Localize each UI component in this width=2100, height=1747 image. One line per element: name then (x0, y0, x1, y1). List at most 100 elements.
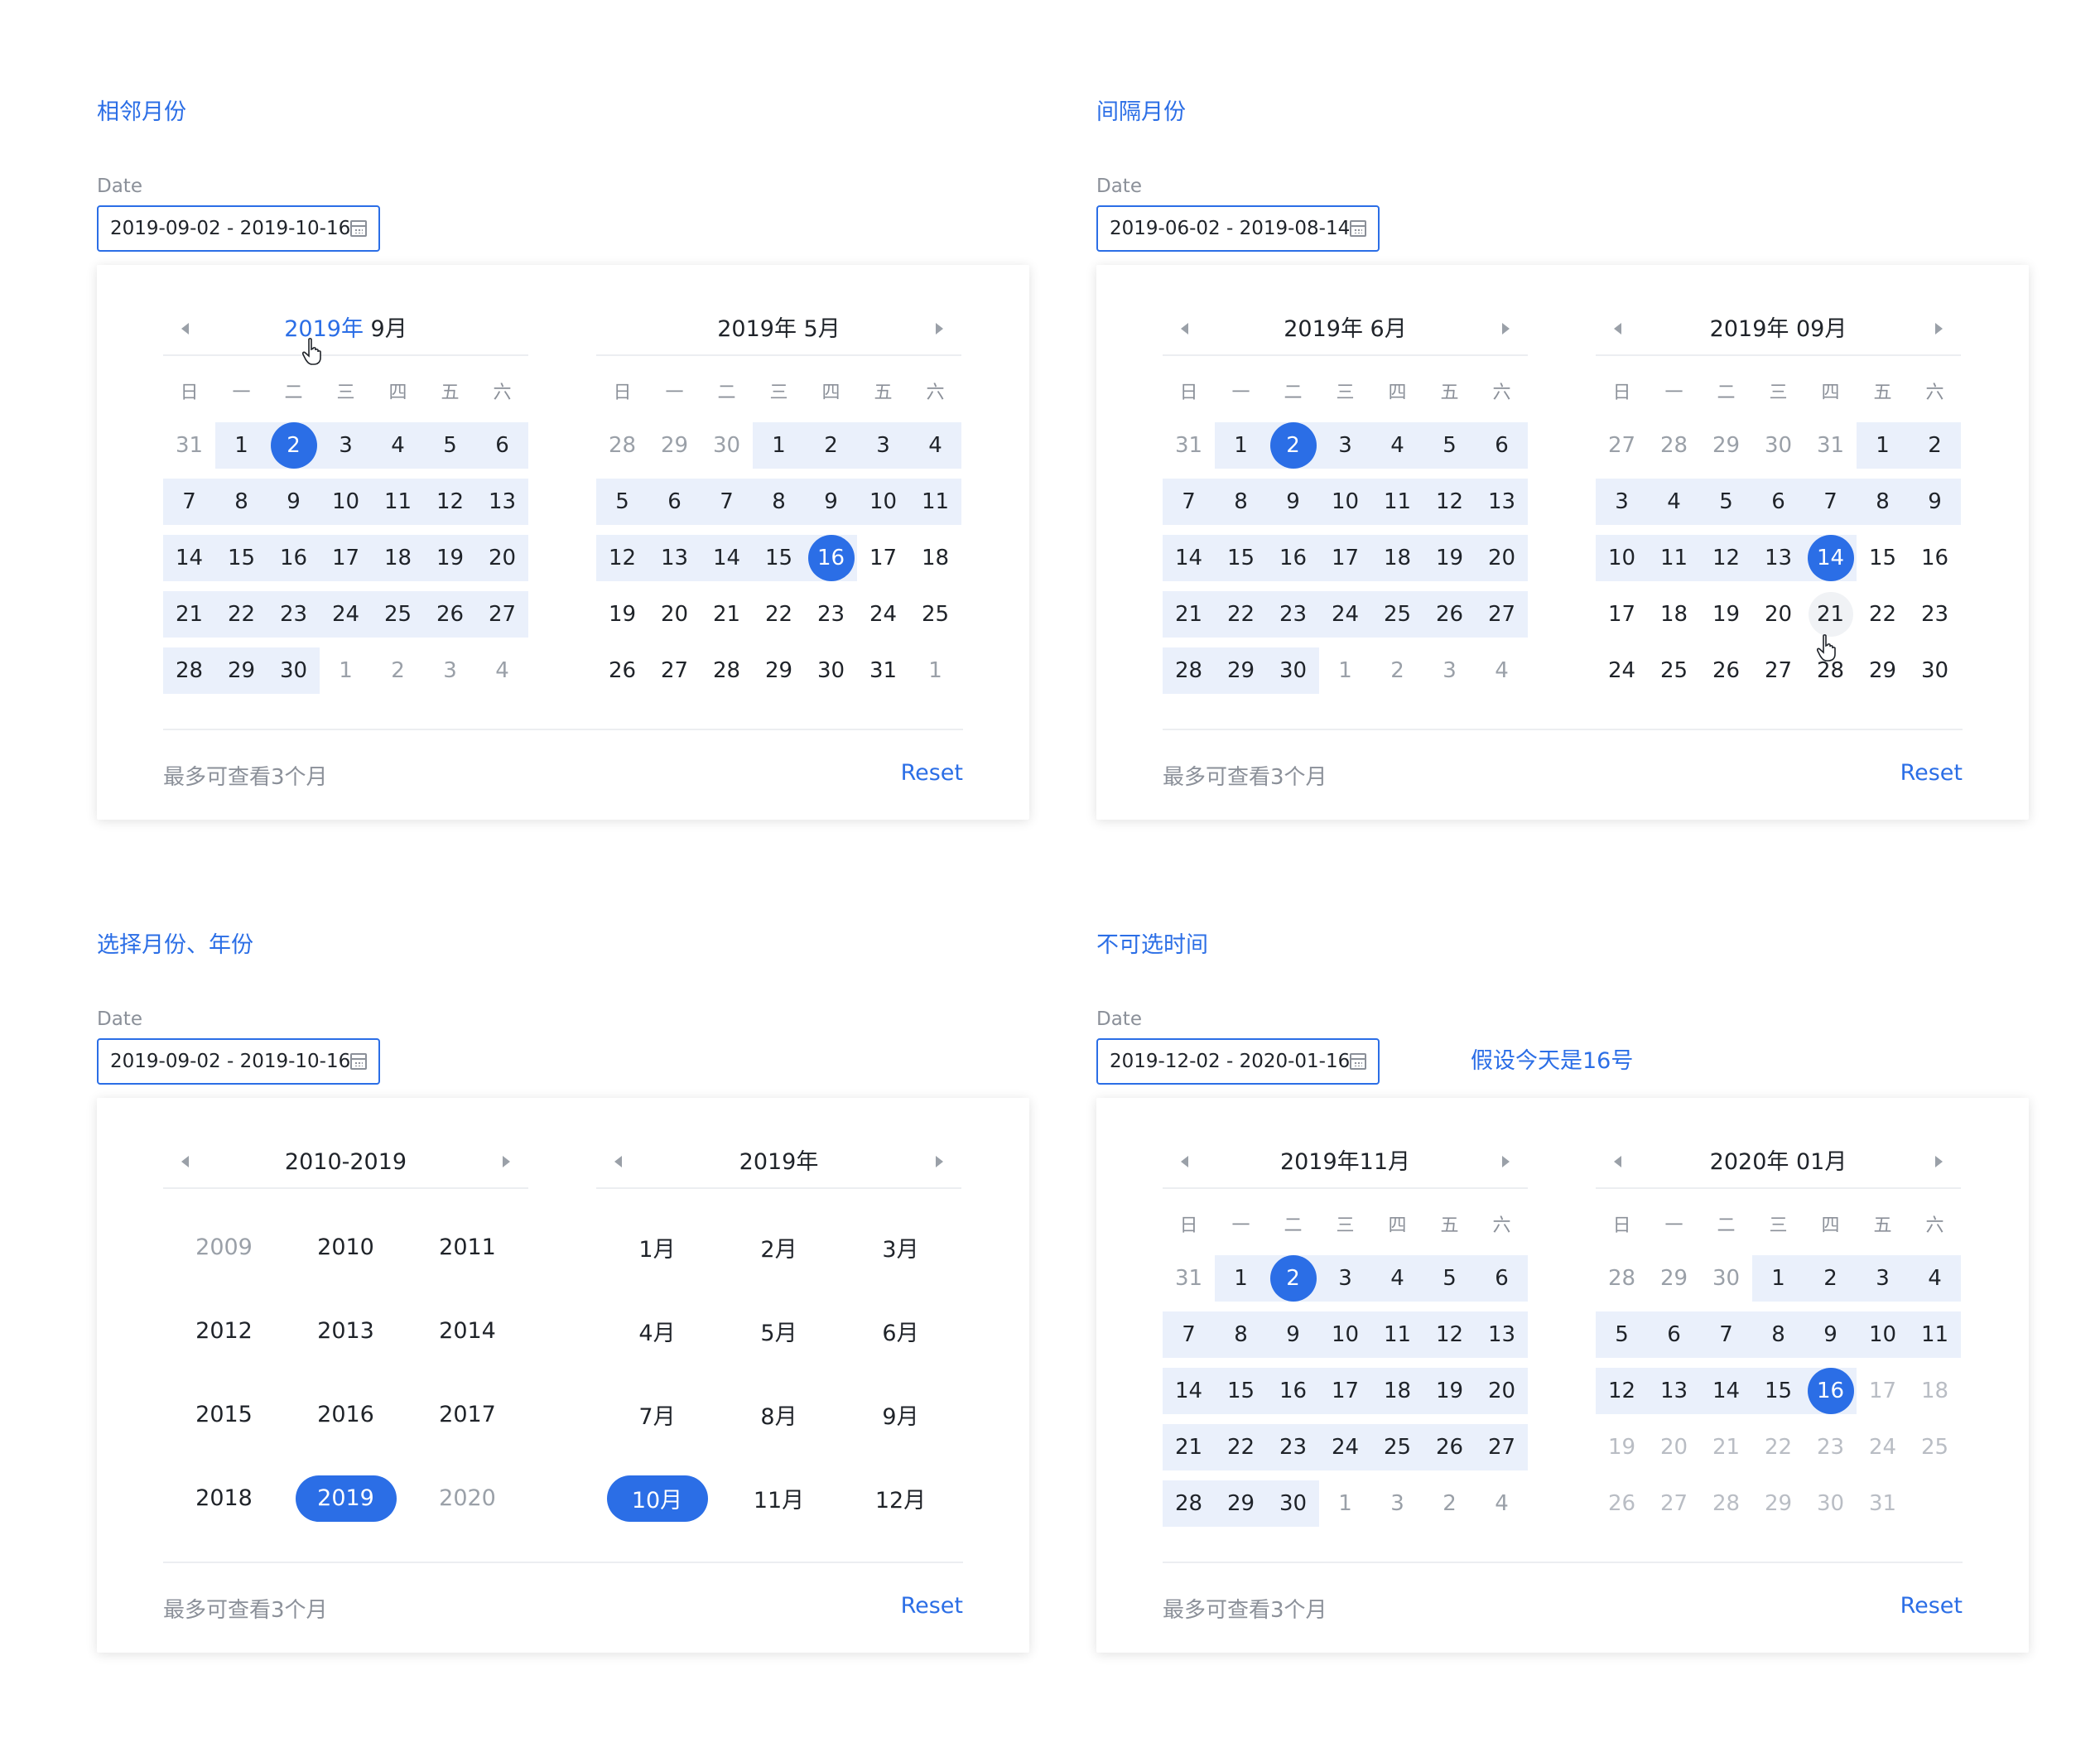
day-cell[interactable]: 9 (1267, 1311, 1319, 1358)
picker-cell[interactable]: 2017 (407, 1373, 528, 1456)
day-cell[interactable]: 26 (1423, 1424, 1476, 1470)
day-cell[interactable]: 29 (648, 422, 701, 469)
picker-cell[interactable]: 1月 (596, 1206, 718, 1289)
day-cell[interactable]: 30 (267, 647, 320, 694)
day-cell[interactable]: 19 (1423, 535, 1476, 581)
day-cell[interactable]: 19 (596, 591, 648, 638)
day-cell[interactable]: 14 (1163, 1368, 1215, 1414)
day-cell[interactable]: 14 (1700, 1368, 1752, 1414)
day-cell[interactable]: 15 (1215, 1368, 1267, 1414)
day-cell[interactable]: 6 (1476, 422, 1528, 469)
day-cell[interactable]: 11 (1909, 1311, 1961, 1358)
day-cell[interactable]: 2 (1804, 1255, 1857, 1302)
day-cell[interactable]: 29 (1648, 1255, 1700, 1302)
day-cell[interactable]: 30 (1700, 1255, 1752, 1302)
day-cell[interactable]: 18 (372, 535, 424, 581)
picker-cell[interactable]: 2016 (285, 1373, 407, 1456)
day-cell[interactable]: 4 (1371, 1255, 1423, 1302)
day-cell[interactable]: 4 (1371, 422, 1423, 469)
day-cell[interactable]: 27 (476, 591, 528, 638)
day-cell[interactable]: 5 (1700, 479, 1752, 525)
picker-cell[interactable]: 2014 (407, 1289, 528, 1373)
day-cell[interactable]: 3 (1319, 422, 1371, 469)
next-year-arrow-icon[interactable] (936, 1156, 943, 1167)
day-cell[interactable]: 13 (1476, 479, 1528, 525)
picker-cell[interactable]: 8月 (718, 1373, 840, 1456)
picker-cell-selected[interactable]: 10月 (596, 1456, 718, 1540)
day-cell[interactable]: 12 (596, 535, 648, 581)
day-cell[interactable]: 28 (1163, 647, 1215, 694)
day-cell[interactable]: 27 (1476, 591, 1528, 638)
day-cell[interactable]: 12 (1423, 479, 1476, 525)
day-cell[interactable]: 19 (1423, 1368, 1476, 1414)
day-cell-selected[interactable]: 2 (267, 422, 320, 469)
day-cell[interactable]: 18 (1371, 1368, 1423, 1414)
day-cell[interactable]: 5 (596, 479, 648, 525)
pane-title[interactable]: 2020年 01月 (1596, 1148, 1961, 1177)
pane-title[interactable]: 2019年11月 (1163, 1148, 1528, 1177)
day-cell[interactable]: 2 (805, 422, 857, 469)
next-month-arrow-icon[interactable] (936, 323, 943, 334)
picker-cell[interactable]: 2015 (163, 1373, 285, 1456)
day-cell[interactable]: 1 (1752, 1255, 1804, 1302)
day-cell[interactable]: 14 (163, 535, 215, 581)
picker-cell[interactable]: 9月 (840, 1373, 961, 1456)
day-cell[interactable]: 10 (1319, 1311, 1371, 1358)
next-decade-arrow-icon[interactable] (503, 1156, 510, 1167)
day-cell[interactable]: 21 (1163, 1424, 1215, 1470)
day-cell[interactable]: 16 (1267, 535, 1319, 581)
day-cell[interactable]: 31 (857, 647, 909, 694)
day-cell[interactable]: 12 (424, 479, 476, 525)
day-cell[interactable]: 25 (909, 591, 961, 638)
day-cell[interactable]: 9 (805, 479, 857, 525)
day-cell[interactable]: 4 (1476, 647, 1528, 694)
day-cell[interactable]: 1 (1319, 647, 1371, 694)
day-cell[interactable]: 26 (596, 647, 648, 694)
pane-title[interactable]: 2019年 6月 (1163, 315, 1528, 344)
day-cell[interactable]: 25 (372, 591, 424, 638)
day-cell[interactable]: 11 (372, 479, 424, 525)
day-cell[interactable]: 30 (805, 647, 857, 694)
day-cell[interactable]: 15 (1857, 535, 1909, 581)
reset-button[interactable]: Reset (1900, 760, 1963, 786)
day-cell[interactable]: 29 (1857, 647, 1909, 694)
day-cell[interactable]: 2 (1371, 647, 1423, 694)
day-cell[interactable]: 15 (215, 535, 267, 581)
day-cell[interactable]: 3 (1596, 479, 1648, 525)
reset-button[interactable]: Reset (901, 1593, 963, 1619)
day-cell[interactable]: 23 (267, 591, 320, 638)
day-cell[interactable]: 4 (476, 647, 528, 694)
picker-cell[interactable]: 7月 (596, 1373, 718, 1456)
pane-title[interactable]: 2019年 (596, 1148, 961, 1177)
day-cell[interactable]: 28 (701, 647, 753, 694)
calendar-icon[interactable] (1350, 220, 1366, 237)
day-cell[interactable]: 1 (1319, 1480, 1371, 1527)
day-cell[interactable]: 25 (1648, 647, 1700, 694)
day-cell[interactable]: 24 (320, 591, 372, 638)
pane-title[interactable]: 2019年 09月 (1596, 315, 1961, 344)
day-cell[interactable]: 29 (1700, 422, 1752, 469)
picker-cell[interactable]: 2011 (407, 1206, 528, 1289)
day-cell[interactable]: 27 (1596, 422, 1648, 469)
day-cell[interactable]: 9 (1804, 1311, 1857, 1358)
calendar-icon[interactable] (1350, 1053, 1366, 1070)
reset-button[interactable]: Reset (1900, 1593, 1963, 1619)
picker-cell[interactable]: 2012 (163, 1289, 285, 1373)
day-cell[interactable]: 26 (424, 591, 476, 638)
day-cell[interactable]: 16 (1909, 535, 1961, 581)
day-cell[interactable]: 20 (648, 591, 701, 638)
month-label[interactable]: 9月 (364, 316, 407, 342)
day-cell[interactable]: 5 (1423, 422, 1476, 469)
day-cell[interactable]: 6 (648, 479, 701, 525)
day-cell[interactable]: 1 (1215, 422, 1267, 469)
day-cell[interactable]: 28 (596, 422, 648, 469)
day-cell[interactable]: 20 (476, 535, 528, 581)
day-cell[interactable]: 27 (1752, 647, 1804, 694)
next-month-arrow-icon[interactable] (1502, 1156, 1510, 1167)
day-cell[interactable]: 1 (1857, 422, 1909, 469)
day-cell[interactable]: 5 (424, 422, 476, 469)
reset-button[interactable]: Reset (901, 760, 963, 786)
day-cell[interactable]: 27 (648, 647, 701, 694)
day-cell[interactable]: 29 (1215, 647, 1267, 694)
day-cell[interactable]: 19 (424, 535, 476, 581)
